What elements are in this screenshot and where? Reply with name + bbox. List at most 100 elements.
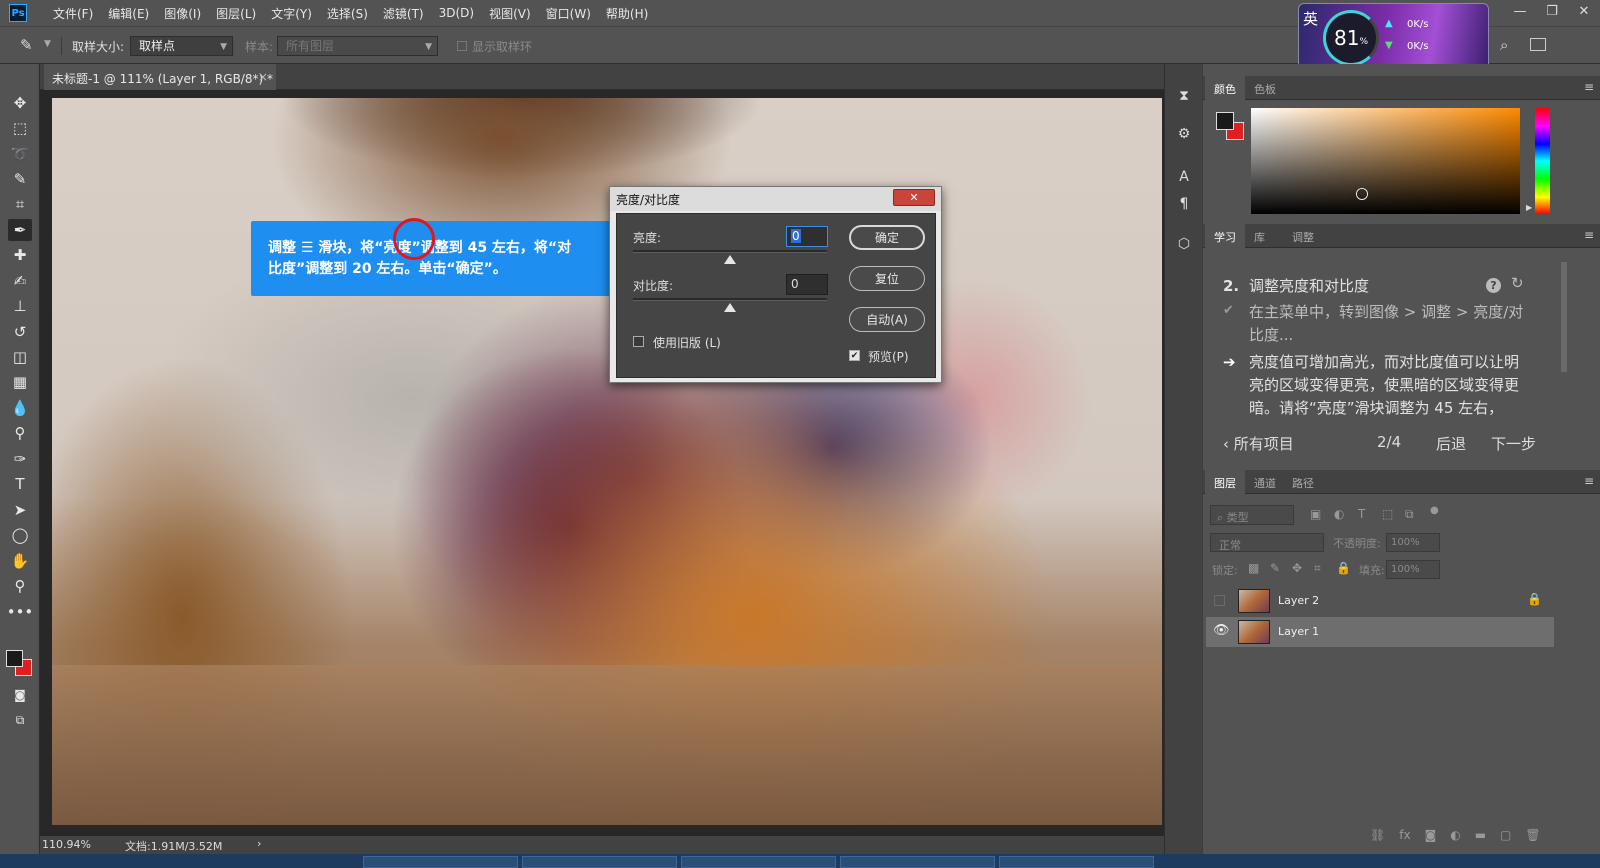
filter-shape-icon[interactable]: ⬚ [1382, 507, 1393, 521]
panel-menu-icon[interactable]: ≡ [1584, 80, 1594, 94]
tab-color[interactable]: 颜色 [1205, 76, 1245, 100]
paragraph-panel-icon[interactable]: ¶ [1174, 194, 1194, 214]
fill-input[interactable]: 100% [1386, 560, 1440, 579]
help-icon[interactable]: ? [1486, 278, 1501, 293]
show-ring-checkbox[interactable] [457, 41, 467, 51]
color-panel-foreground-swatch[interactable] [1216, 112, 1234, 130]
tab-libraries[interactable]: 库 [1245, 224, 1274, 248]
foreground-color-swatch[interactable] [6, 650, 23, 667]
layer-name[interactable]: Layer 2 [1278, 594, 1319, 607]
gradient-tool-icon[interactable]: ▦ [8, 371, 32, 393]
menu-filter[interactable]: 滤镜(T) [383, 5, 424, 22]
sample-select[interactable]: 所有图层 ▼ [277, 36, 438, 56]
move-tool-icon[interactable]: ✥ [8, 92, 32, 114]
properties-panel-icon[interactable]: ⚙ [1174, 124, 1194, 144]
quick-mask-icon[interactable]: ◙ [8, 684, 32, 706]
eyedropper-icon[interactable]: ✎ [20, 36, 33, 54]
menu-help[interactable]: 帮助(H) [606, 5, 648, 22]
brightness-slider-thumb[interactable] [724, 255, 736, 264]
crop-tool-icon[interactable]: ⌗ [8, 193, 32, 215]
healing-brush-tool-icon[interactable]: ✚ [8, 244, 32, 266]
filter-smart-object-icon[interactable]: ⧉ [1405, 507, 1414, 522]
workspace-icon[interactable] [1530, 38, 1546, 51]
document-tab[interactable]: 未标题-1 @ 111% (Layer 1, RGB/8*) * × [44, 64, 276, 90]
ellipse-tool-icon[interactable]: ◯ [8, 524, 32, 546]
filter-adjustment-icon[interactable]: ◐ [1334, 507, 1344, 521]
taskbar-item[interactable] [840, 856, 995, 868]
eyedropper-tool-icon[interactable]: ✒ [8, 219, 32, 241]
hue-pointer-icon[interactable]: ▶ [1526, 203, 1532, 212]
quick-select-tool-icon[interactable]: ✎ [8, 168, 32, 190]
dialog-close-button[interactable]: ✕ [893, 189, 935, 206]
menu-select[interactable]: 选择(S) [327, 5, 368, 22]
learn-scrollbar[interactable] [1561, 262, 1567, 372]
filter-toggle-icon[interactable]: ● [1430, 505, 1439, 516]
screen-mode-icon[interactable]: ⧉ [8, 709, 32, 731]
more-tools-icon[interactable]: ••• [7, 601, 34, 623]
marquee-tool-icon[interactable]: ⬚ [8, 117, 32, 139]
preview-checkbox[interactable]: ✔ [849, 350, 860, 361]
zoom-tool-icon[interactable]: ⚲ [8, 575, 32, 597]
history-panel-icon[interactable]: ⧗ [1174, 86, 1194, 106]
character-panel-icon[interactable]: A [1174, 167, 1194, 187]
blend-mode-select[interactable]: 正常 [1210, 533, 1324, 552]
layer-row[interactable]: 👁 Layer 1 [1206, 617, 1554, 647]
reset-button[interactable]: 复位 [849, 266, 925, 291]
tab-learn[interactable]: 学习 [1205, 224, 1245, 248]
dialog-title-bar[interactable]: 亮度/对比度 ✕ [610, 187, 941, 211]
sample-size-select[interactable]: 取样点 ▼ [130, 36, 233, 56]
tool-preset-chevron-icon[interactable]: ▼ [44, 39, 51, 49]
new-group-icon[interactable]: ▬ [1475, 828, 1486, 842]
panel-menu-icon[interactable]: ≡ [1584, 228, 1594, 242]
eye-icon[interactable]: 👁 [1213, 623, 1230, 638]
close-window-button[interactable]: ✕ [1568, 0, 1600, 22]
delete-layer-icon[interactable]: 🗑 [1525, 828, 1540, 842]
contrast-slider-track[interactable] [633, 298, 827, 301]
3d-panel-icon[interactable]: ⬡ [1174, 234, 1194, 254]
eraser-tool-icon[interactable]: ◫ [8, 346, 32, 368]
menu-image[interactable]: 图像(I) [164, 5, 201, 22]
layer-filter-select[interactable]: ⌕ 类型 [1210, 505, 1294, 525]
contrast-input[interactable]: 0 [786, 274, 828, 295]
close-tab-icon[interactable]: × [258, 70, 268, 84]
dodge-tool-icon[interactable]: ⚲ [8, 422, 32, 444]
filter-type-icon[interactable]: T [1358, 507, 1365, 521]
lasso-tool-icon[interactable]: ➰ [8, 143, 32, 165]
path-select-tool-icon[interactable]: ➤ [8, 499, 32, 521]
layer-style-icon[interactable]: fx [1399, 828, 1410, 842]
contrast-slider-thumb[interactable] [724, 303, 736, 312]
history-brush-tool-icon[interactable]: ↺ [8, 321, 32, 343]
status-menu-arrow-icon[interactable]: › [257, 837, 261, 850]
minimize-button[interactable]: — [1504, 0, 1536, 22]
color-picker-field[interactable] [1251, 108, 1520, 214]
clone-stamp-tool-icon[interactable]: ⊥ [8, 295, 32, 317]
restore-button[interactable]: ❐ [1536, 0, 1568, 22]
lock-position-icon[interactable]: ✥ [1292, 561, 1302, 575]
hue-slider[interactable] [1535, 108, 1550, 214]
new-layer-icon[interactable]: ▢ [1500, 828, 1511, 842]
zoom-level[interactable]: 110.94% [42, 838, 91, 851]
menu-file[interactable]: 文件(F) [53, 5, 93, 22]
link-layers-icon[interactable]: ⛓ [1370, 828, 1385, 842]
tab-paths[interactable]: 路径 [1283, 470, 1323, 494]
search-icon[interactable]: ⌕ [1500, 36, 1508, 54]
tab-channels[interactable]: 通道 [1245, 470, 1285, 494]
tab-adjustments[interactable]: 调整 [1283, 224, 1323, 248]
pen-tool-icon[interactable]: ✑ [8, 448, 32, 470]
lock-artboard-icon[interactable]: ⌗ [1314, 561, 1321, 576]
menu-edit[interactable]: 编辑(E) [108, 5, 149, 22]
tab-swatches[interactable]: 色板 [1245, 76, 1285, 100]
panel-menu-icon[interactable]: ≡ [1584, 474, 1594, 488]
canvas-photo[interactable] [52, 98, 1162, 825]
all-items-link[interactable]: ‹ 所有项目 [1223, 433, 1294, 454]
back-button[interactable]: 后退 [1436, 433, 1466, 454]
next-button[interactable]: 下一步 [1491, 433, 1536, 454]
brightness-slider-track[interactable] [633, 250, 827, 253]
taskbar-item[interactable] [363, 856, 518, 868]
add-mask-icon[interactable]: ◙ [1425, 828, 1437, 842]
type-tool-icon[interactable]: T [8, 473, 32, 495]
layer-row[interactable]: Layer 2 🔒 [1206, 586, 1554, 616]
menu-3d[interactable]: 3D(D) [439, 6, 474, 20]
menu-window[interactable]: 窗口(W) [546, 5, 591, 22]
brightness-input[interactable]: 0 [786, 226, 828, 247]
